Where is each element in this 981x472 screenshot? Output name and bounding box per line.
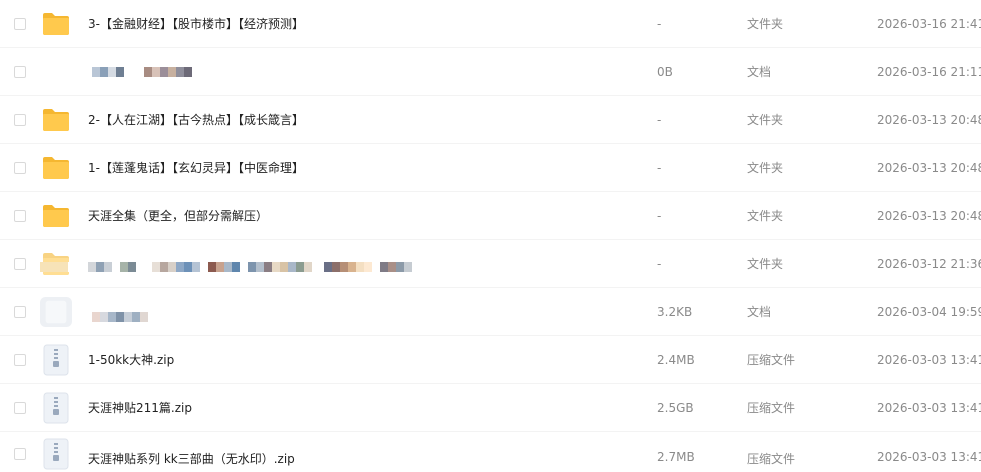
folder-icon bbox=[40, 200, 72, 232]
row-checkbox[interactable] bbox=[14, 305, 26, 318]
row-checkbox[interactable] bbox=[14, 448, 26, 460]
folder-icon bbox=[40, 104, 72, 136]
file-size: - bbox=[657, 16, 662, 31]
file-date: 2026-03-03 13:41 bbox=[877, 400, 981, 415]
file-row[interactable]: 天涯全集（更全，但部分需解压） - 文件夹 2026-03-13 20:48 bbox=[0, 192, 981, 240]
file-type: 文件夹 bbox=[747, 209, 784, 223]
folder-icon bbox=[40, 152, 72, 184]
file-date: 2026-03-16 21:41 bbox=[877, 16, 981, 31]
file-name[interactable]: 1-50kk大神.zip bbox=[88, 351, 174, 368]
file-size: - bbox=[657, 160, 662, 175]
file-row[interactable]: 1-50kk大神.zip 2.4MB 压缩文件 2026-03-03 13:41 bbox=[0, 336, 981, 384]
file-date: 2026-03-16 21:11 bbox=[877, 64, 981, 79]
row-checkbox[interactable] bbox=[14, 161, 26, 174]
blurred-file-name[interactable] bbox=[92, 312, 148, 322]
file-row[interactable]: 3-【金融财经】【股市楼市】【经济预测】 - 文件夹 2026-03-16 21… bbox=[0, 0, 981, 48]
row-checkbox[interactable] bbox=[14, 257, 26, 270]
file-date: 2026-03-03 13:41 bbox=[877, 450, 981, 464]
zip-icon bbox=[40, 392, 72, 424]
file-name[interactable]: 天涯神贴系列 kk三部曲（无水印）.zip bbox=[88, 450, 295, 467]
zip-icon bbox=[40, 438, 72, 470]
file-type: 文件夹 bbox=[747, 113, 784, 127]
file-row[interactable]: 天涯神贴系列 kk三部曲（无水印）.zip 2.7MB 压缩文件 2026-03… bbox=[0, 432, 981, 472]
file-type: 文档 bbox=[747, 305, 772, 319]
file-type: 文档 bbox=[747, 65, 772, 79]
file-row[interactable]: 3.2KB 文档 2026-03-04 19:59 bbox=[0, 288, 981, 336]
row-checkbox[interactable] bbox=[14, 401, 26, 414]
file-type: 压缩文件 bbox=[747, 353, 796, 367]
row-checkbox[interactable] bbox=[14, 65, 26, 78]
file-size: - bbox=[657, 112, 662, 127]
file-name[interactable]: 天涯神贴211篇.zip bbox=[88, 399, 192, 416]
file-type: 文件夹 bbox=[747, 17, 784, 31]
file-date: 2026-03-13 20:48 bbox=[877, 112, 981, 127]
file-row[interactable]: 0B 文档 2026-03-16 21:11 bbox=[0, 48, 981, 96]
file-list: 3-【金融财经】【股市楼市】【经济预测】 - 文件夹 2026-03-16 21… bbox=[0, 0, 981, 472]
file-name[interactable]: 天涯全集（更全，但部分需解压） bbox=[88, 207, 268, 224]
file-name[interactable]: 2-【人在江湖】【古今热点】【成长箴言】 bbox=[88, 111, 304, 128]
file-date: 2026-03-13 20:48 bbox=[877, 160, 981, 175]
file-name[interactable]: 3-【金融财经】【股市楼市】【经济预测】 bbox=[88, 15, 304, 32]
file-date: 2026-03-03 13:41 bbox=[877, 352, 981, 367]
row-checkbox[interactable] bbox=[14, 353, 26, 366]
file-name[interactable]: 1-【莲蓬鬼话】【玄幻灵异】【中医命理】 bbox=[88, 159, 304, 176]
folder-icon bbox=[40, 8, 72, 40]
file-size: - bbox=[657, 208, 662, 223]
file-size: 2.4MB bbox=[657, 352, 695, 367]
file-size: 2.7MB bbox=[657, 450, 695, 464]
file-date: 2026-03-12 21:36 bbox=[877, 256, 981, 271]
file-type: 文件夹 bbox=[747, 161, 784, 175]
row-checkbox[interactable] bbox=[14, 17, 26, 30]
row-checkbox[interactable] bbox=[14, 113, 26, 126]
blurred-file-name[interactable] bbox=[92, 66, 192, 77]
file-row[interactable]: 2-【人在江湖】【古今热点】【成长箴言】 - 文件夹 2026-03-13 20… bbox=[0, 96, 981, 144]
file-row[interactable]: 1-【莲蓬鬼话】【玄幻灵异】【中医命理】 - 文件夹 2026-03-13 20… bbox=[0, 144, 981, 192]
file-row[interactable]: 天涯神贴211篇.zip 2.5GB 压缩文件 2026-03-03 13:41 bbox=[0, 384, 981, 432]
file-type: 压缩文件 bbox=[747, 401, 796, 415]
file-row[interactable]: - 文件夹 2026-03-12 21:36 bbox=[0, 240, 981, 288]
file-size: 3.2KB bbox=[657, 304, 693, 319]
file-date: 2026-03-04 19:59 bbox=[877, 304, 981, 319]
file-type: 文件夹 bbox=[747, 257, 784, 271]
file-type: 压缩文件 bbox=[747, 452, 796, 466]
file-date: 2026-03-13 20:48 bbox=[877, 208, 981, 223]
row-checkbox[interactable] bbox=[14, 209, 26, 222]
zip-icon bbox=[40, 344, 72, 376]
file-size: 2.5GB bbox=[657, 400, 694, 415]
document-icon bbox=[40, 296, 72, 328]
file-size: 0B bbox=[657, 64, 673, 79]
file-size: - bbox=[657, 256, 662, 271]
blurred-file-name[interactable] bbox=[40, 262, 412, 272]
